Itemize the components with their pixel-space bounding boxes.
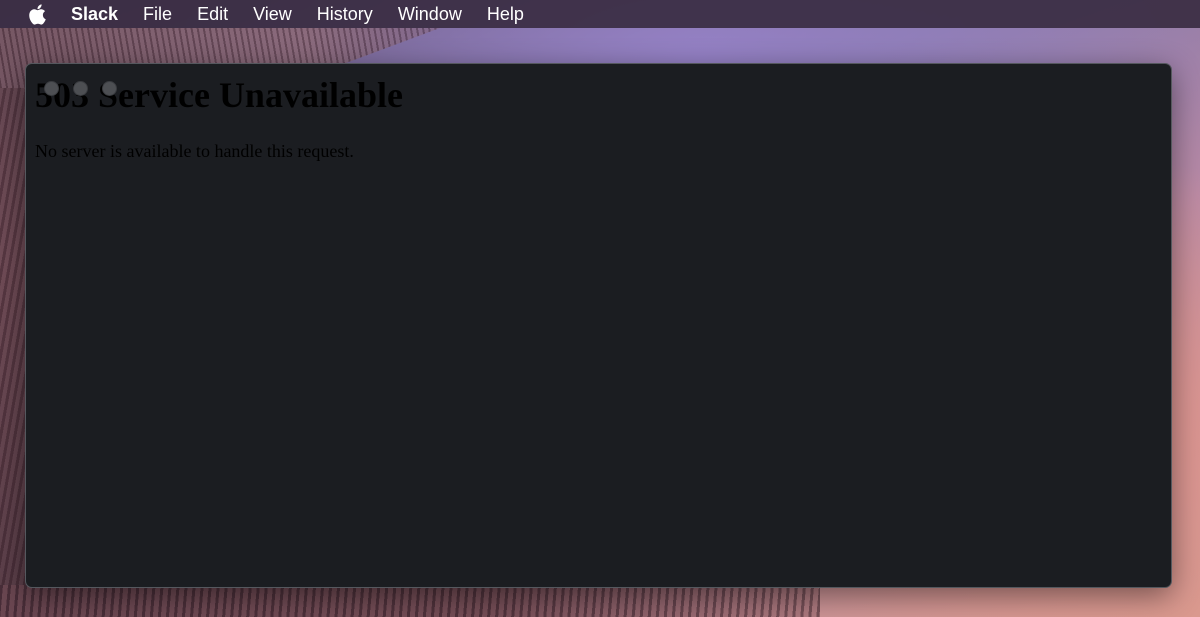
menu-app-slack[interactable]: Slack (71, 0, 118, 28)
menu-history[interactable]: History (317, 0, 373, 28)
close-window-icon[interactable] (44, 81, 59, 96)
menu-file[interactable]: File (143, 0, 172, 28)
desktop-wallpaper-rock-bottom (0, 585, 820, 617)
menu-window[interactable]: Window (398, 0, 462, 28)
minimize-window-icon[interactable] (73, 81, 88, 96)
error-page: 503 Service Unavailable No server is ava… (35, 74, 1161, 162)
menu-help[interactable]: Help (487, 0, 524, 28)
menu-view[interactable]: View (253, 0, 292, 28)
zoom-window-icon[interactable] (102, 81, 117, 96)
slack-window: 503 Service Unavailable No server is ava… (25, 63, 1172, 588)
menu-bar: Slack File Edit View History Window Help (0, 0, 1200, 28)
error-heading: 503 Service Unavailable (35, 75, 403, 115)
window-controls (44, 81, 117, 96)
menu-edit[interactable]: Edit (197, 0, 228, 28)
apple-logo-icon[interactable] (27, 3, 47, 25)
error-message: No server is available to handle this re… (35, 141, 354, 161)
